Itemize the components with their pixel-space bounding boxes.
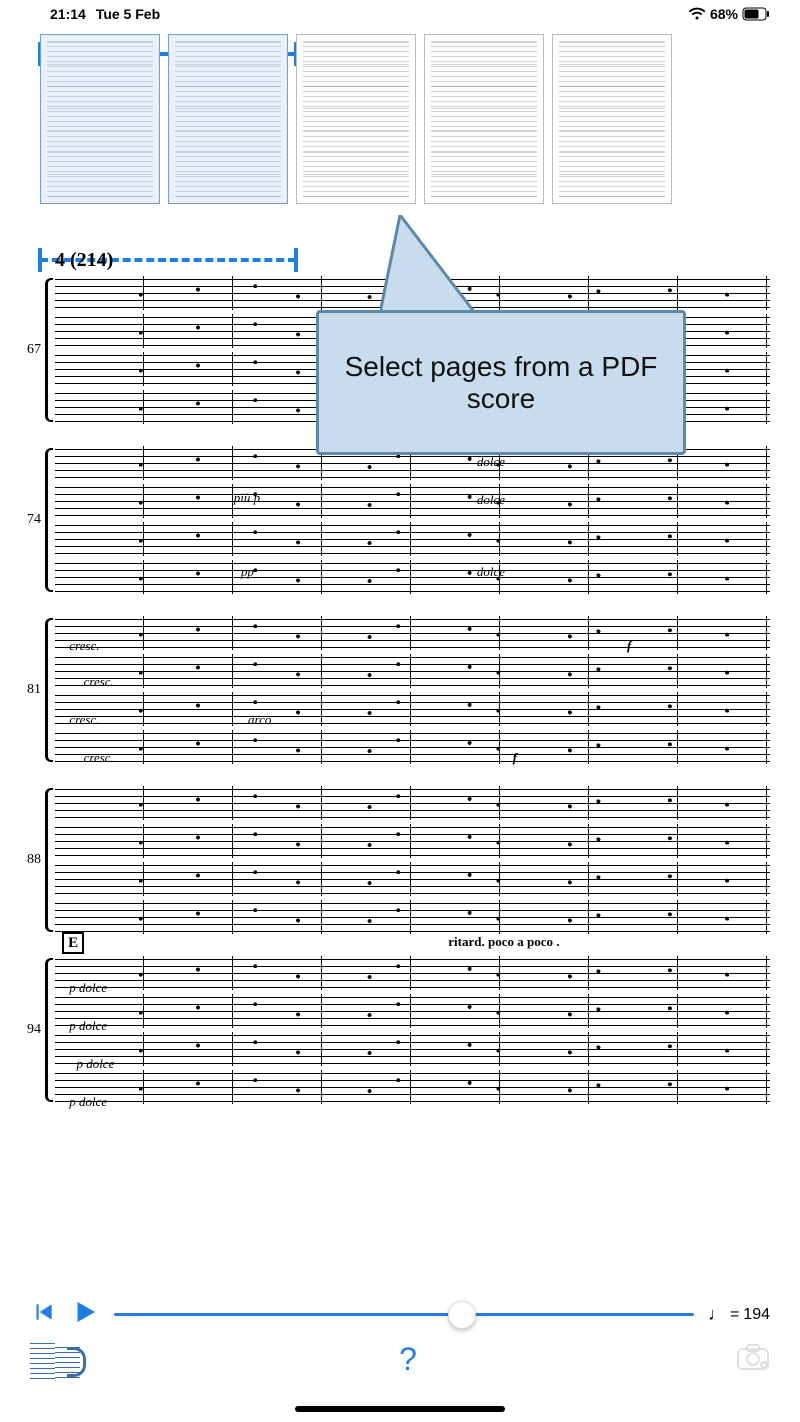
status-bar: 21:14 Tue 5 Feb 68% bbox=[0, 0, 800, 24]
expression-marking: p dolce bbox=[69, 1094, 107, 1110]
expression-marking: p dolce bbox=[69, 1018, 107, 1034]
wifi-icon bbox=[688, 7, 706, 21]
battery-percent: 68% bbox=[710, 6, 738, 22]
expression-marking: p dolce bbox=[69, 980, 107, 996]
play-button[interactable] bbox=[70, 1297, 100, 1332]
playback-slider-thumb[interactable] bbox=[448, 1301, 476, 1329]
dynamic-marking: f bbox=[513, 750, 517, 766]
playback-slider[interactable] bbox=[114, 1313, 694, 1316]
status-date: Tue 5 Feb bbox=[96, 6, 160, 22]
dynamic-marking: cresc. bbox=[69, 712, 99, 728]
page-thumbnail-1[interactable] bbox=[40, 34, 160, 204]
dynamic-marking: cresc. bbox=[84, 750, 114, 766]
page-thumbnail-2[interactable] bbox=[168, 34, 288, 204]
measure-number: 67 bbox=[27, 342, 41, 358]
dynamic-marking: pp bbox=[241, 564, 254, 580]
page-thumbnail-5[interactable] bbox=[552, 34, 672, 204]
skip-back-button[interactable] bbox=[30, 1299, 56, 1330]
score-system: 88 bbox=[55, 786, 770, 934]
tempo-value: 194 bbox=[743, 1306, 770, 1324]
technique-marking: arco bbox=[248, 712, 271, 728]
home-indicator[interactable] bbox=[295, 1406, 505, 1412]
dynamic-marking: più p bbox=[234, 490, 260, 506]
bottom-toolbar: ? bbox=[0, 1336, 800, 1382]
tooltip-callout: Select pages from a PDF score bbox=[316, 310, 686, 455]
expression-marking: dolce bbox=[477, 454, 505, 470]
battery-icon bbox=[742, 7, 770, 21]
expression-marking: dolce bbox=[477, 492, 505, 508]
expression-marking: p dolce bbox=[76, 1056, 114, 1072]
dynamic-marking: cresc. bbox=[84, 674, 114, 690]
tempo-display[interactable]: ♩ = 194 bbox=[708, 1304, 770, 1325]
camera-button[interactable] bbox=[736, 1343, 770, 1376]
status-time: 21:14 bbox=[50, 6, 86, 22]
page-thumbnail-strip[interactable] bbox=[0, 24, 800, 244]
score-system: 94 E p dolce p dolce p dolce p dolce rit… bbox=[55, 956, 770, 1104]
expression-marking: dolce bbox=[477, 564, 505, 580]
page-thumbnail-3[interactable] bbox=[296, 34, 416, 204]
measure-number: 81 bbox=[27, 682, 41, 698]
callout-text: Select pages from a PDF score bbox=[339, 351, 663, 415]
playback-bar: ♩ = 194 bbox=[0, 1297, 800, 1332]
measure-number: 74 bbox=[27, 512, 41, 528]
help-button[interactable]: ? bbox=[399, 1341, 417, 1378]
rehearsal-mark: E bbox=[62, 932, 84, 954]
tempo-equals: = bbox=[730, 1306, 739, 1324]
dynamic-marking: f bbox=[627, 638, 631, 654]
measure-number: 94 bbox=[27, 1022, 41, 1038]
page-thumbnail-4[interactable] bbox=[424, 34, 544, 204]
score-system: 74 D più p pp dolce dolce dolce bbox=[55, 446, 770, 594]
score-system: 81 cresc. cresc. cresc. cresc. arco f f bbox=[55, 616, 770, 764]
quarter-note-icon: ♩ bbox=[708, 1304, 726, 1325]
score-library-button[interactable] bbox=[30, 1339, 80, 1379]
measure-number: 88 bbox=[27, 852, 41, 868]
tempo-marking: ritard. poco a poco . bbox=[448, 934, 559, 950]
dynamic-marking: cresc. bbox=[69, 638, 99, 654]
